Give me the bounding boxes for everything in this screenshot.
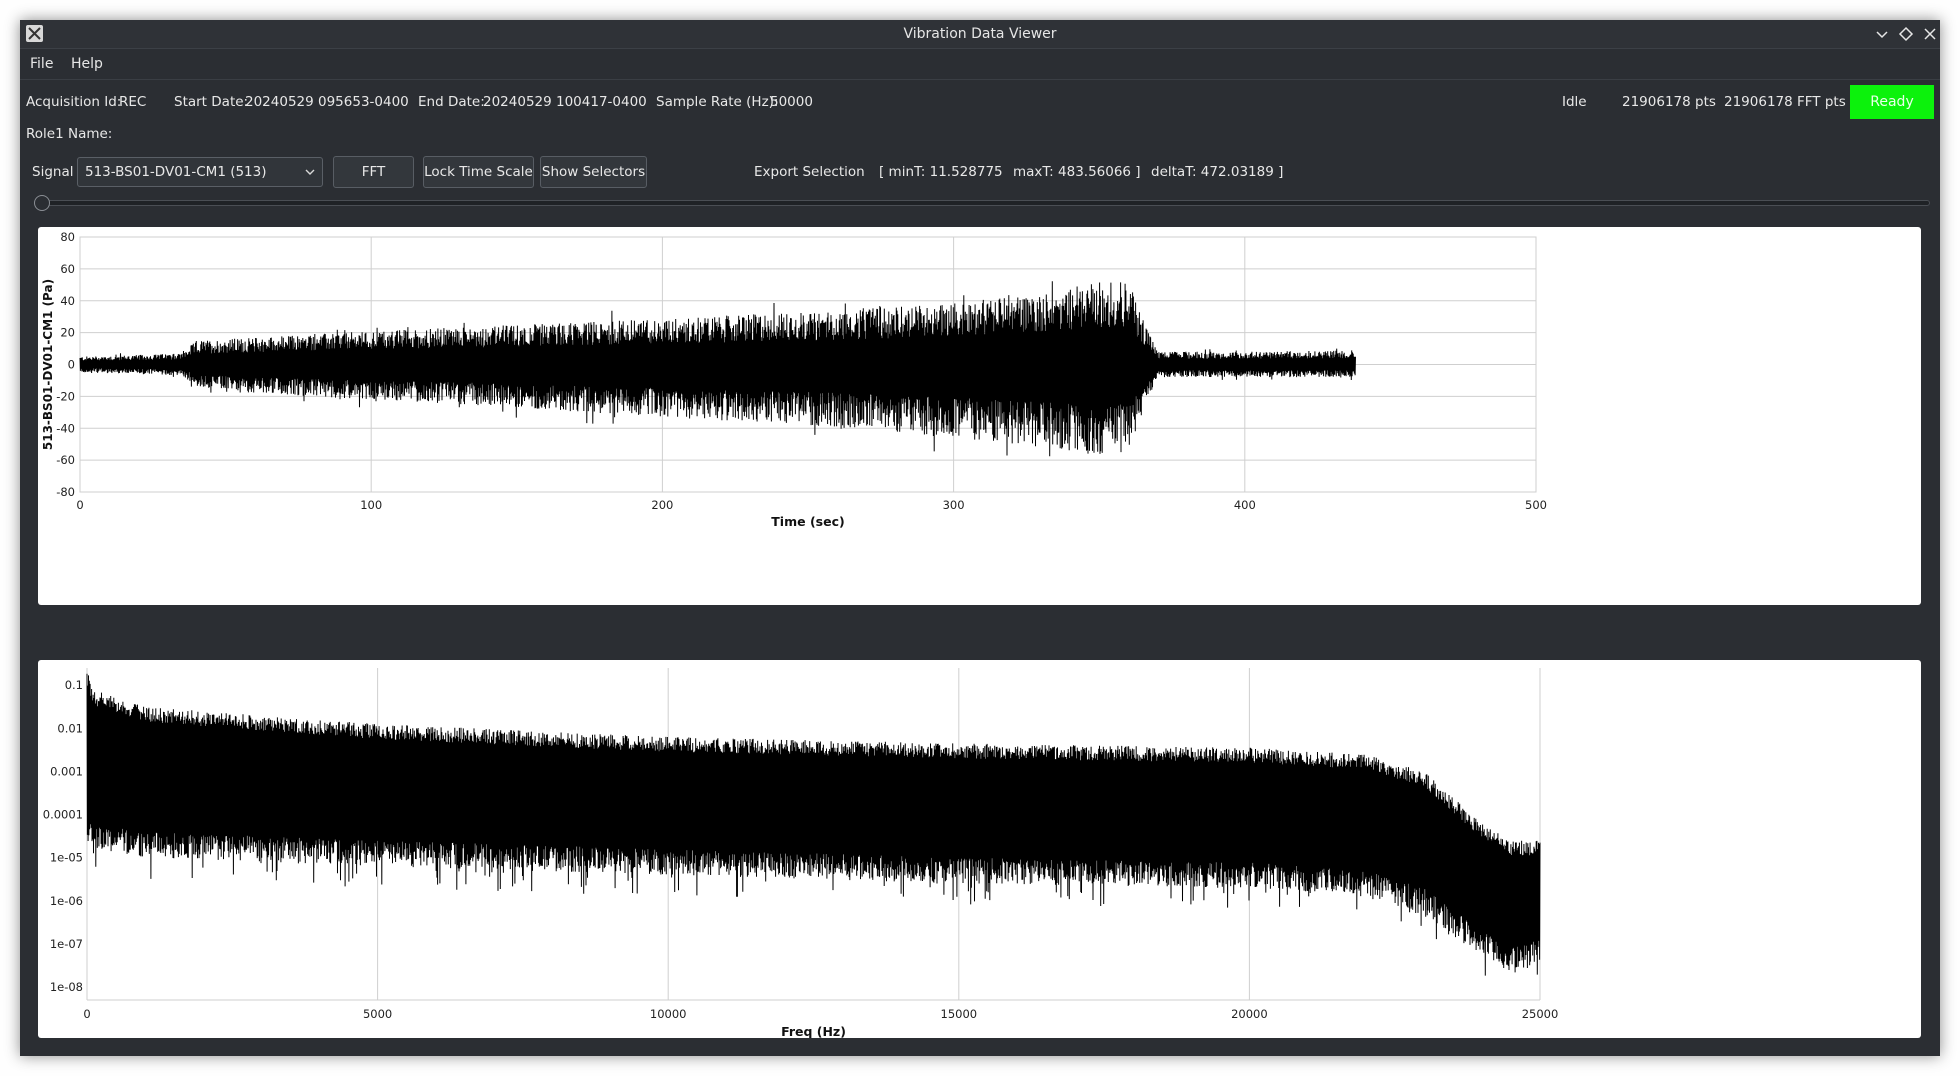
- acquisition-id-value: REC: [119, 94, 147, 110]
- menu-bar: File Help: [20, 49, 1940, 80]
- menu-file[interactable]: File: [30, 49, 53, 79]
- x-tick-label: 0: [76, 498, 83, 512]
- x-tick-label: 5000: [363, 1007, 392, 1021]
- minimize-icon[interactable]: [1872, 24, 1892, 44]
- y-tick-label: 0.001: [50, 764, 83, 778]
- sample-rate-value: 50000: [770, 94, 813, 110]
- time-plot-panel: 0 100 200 300 400 500 80 60 40 20 0 -20 -40 -60 -80 Tim…: [38, 227, 1921, 605]
- fft-chart[interactable]: 0 5000 10000 15000 20000 25000 0.1 0.01 0.001 0.0…: [38, 660, 1921, 1038]
- fft-plot-panel: 0 5000 10000 15000 20000 25000 0.1 0.01 0.001 0.0…: [38, 660, 1921, 1038]
- selection-min-time: [ minT: 11.528775: [879, 164, 1003, 180]
- app-window: Vibration Data Viewer File Help Acquisit…: [20, 20, 1940, 1056]
- title-bar: Vibration Data Viewer: [20, 20, 1940, 49]
- window-title: Vibration Data Viewer: [903, 26, 1057, 42]
- close-icon[interactable]: [1920, 24, 1940, 44]
- signal-select[interactable]: 513-BS01-DV01-CM1 (513): [77, 157, 323, 187]
- sample-rate-label: Sample Rate (Hz):: [656, 94, 779, 110]
- export-selection-button[interactable]: Export Selection: [754, 162, 865, 182]
- y-tick-label: -40: [56, 421, 75, 435]
- y-tick-label: 0.0001: [43, 808, 83, 822]
- x-tick-label: 25000: [1522, 1007, 1559, 1021]
- menu-help[interactable]: Help: [71, 49, 103, 79]
- signal-select-value: 513-BS01-DV01-CM1 (513): [85, 164, 267, 180]
- x-tick-label: 200: [651, 498, 673, 512]
- y-tick-label: 40: [60, 294, 75, 308]
- x-tick-label: 400: [1234, 498, 1256, 512]
- x-tick-label: 300: [943, 498, 965, 512]
- y-tick-label: 60: [60, 262, 75, 276]
- y-tick-label: 0.1: [65, 678, 83, 692]
- y-tick-label: 0: [68, 358, 75, 372]
- show-selectors-button[interactable]: Show Selectors: [540, 156, 647, 188]
- selection-max-time: maxT: 483.56066 ]: [1013, 164, 1141, 180]
- x-tick-label: 500: [1525, 498, 1547, 512]
- x-tick-label: 0: [83, 1007, 90, 1021]
- points-count: 21906178 pts: [1622, 94, 1716, 110]
- x-tick-label: 20000: [1231, 1007, 1268, 1021]
- chevron-down-icon: [305, 169, 315, 175]
- lock-time-scale-button[interactable]: Lock Time Scale: [423, 156, 534, 188]
- y-tick-label: -60: [56, 453, 75, 467]
- y-tick-label: -20: [56, 389, 75, 403]
- maximize-icon[interactable]: [1896, 24, 1916, 44]
- end-date-label: End Date:: [418, 94, 485, 110]
- fft-button[interactable]: FFT: [333, 156, 414, 188]
- start-date-label: Start Date:: [174, 94, 249, 110]
- y-tick-label: 1e-08: [50, 980, 83, 994]
- y-tick-label: 0.01: [57, 721, 83, 735]
- y-axis-label: 513-BS01-DV01-CM1 (Pa): [41, 279, 55, 450]
- fft-points-count: 21906178 FFT pts: [1724, 94, 1846, 110]
- y-tick-label: 1e-06: [50, 894, 83, 908]
- y-tick-label: 80: [60, 230, 75, 244]
- y-tick-label: 1e-07: [50, 937, 83, 951]
- role1-name-label: Role1 Name:: [26, 126, 113, 142]
- selection-delta-time: deltaT: 472.03189 ]: [1151, 164, 1284, 180]
- status-text: Idle: [1562, 94, 1587, 110]
- ready-status-badge: Ready: [1850, 85, 1934, 119]
- x-axis-label: Freq (Hz): [781, 1024, 846, 1038]
- time-slider-track[interactable]: [40, 200, 1930, 206]
- y-tick-label: -80: [56, 485, 75, 499]
- x-tick-label: 10000: [650, 1007, 687, 1021]
- x-tick-label: 15000: [941, 1007, 978, 1021]
- time-chart[interactable]: 0 100 200 300 400 500806040200-20-40-60-80Tim…: [38, 227, 1921, 605]
- x-tick-label: 100: [360, 498, 382, 512]
- time-slider-handle[interactable]: [34, 195, 50, 211]
- end-date-value: 20240529 100417-0400: [483, 94, 647, 110]
- signal-label: Signal: [32, 164, 74, 180]
- start-date-value: 20240529 095653-0400: [245, 94, 409, 110]
- x-axis-label: Time (sec): [771, 514, 844, 529]
- y-tick-label: 1e-05: [50, 851, 83, 865]
- acquisition-id-label: Acquisition Id:: [26, 94, 122, 110]
- y-tick-label: 20: [60, 326, 75, 340]
